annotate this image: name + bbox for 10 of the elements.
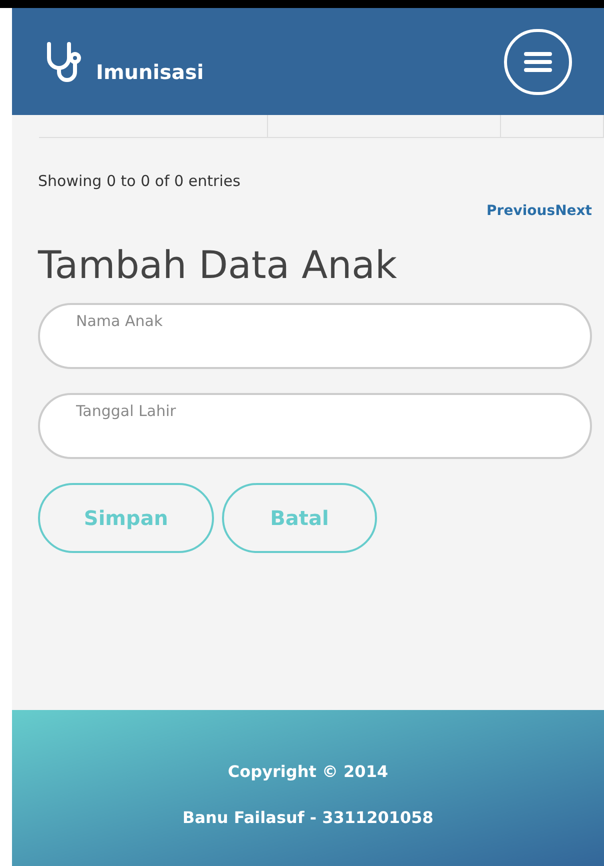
entries-info: Showing 0 to 0 of 0 entries bbox=[38, 171, 242, 192]
pagination-link[interactable]: Next bbox=[555, 200, 592, 222]
text-field[interactable]: Tanggal Lahir bbox=[38, 393, 592, 459]
text-field[interactable]: Nama Anak bbox=[38, 303, 592, 369]
pagination-link[interactable]: Previous bbox=[486, 200, 556, 222]
brand-title[interactable]: Imunisasi bbox=[96, 62, 204, 82]
menu-icon[interactable] bbox=[504, 28, 572, 94]
footer-text: Banu Failasuf - 3311201058 bbox=[182, 807, 434, 829]
form-title: Tambah Data Anak bbox=[38, 242, 398, 288]
footer-text: Copyright © 2014 bbox=[228, 761, 388, 783]
